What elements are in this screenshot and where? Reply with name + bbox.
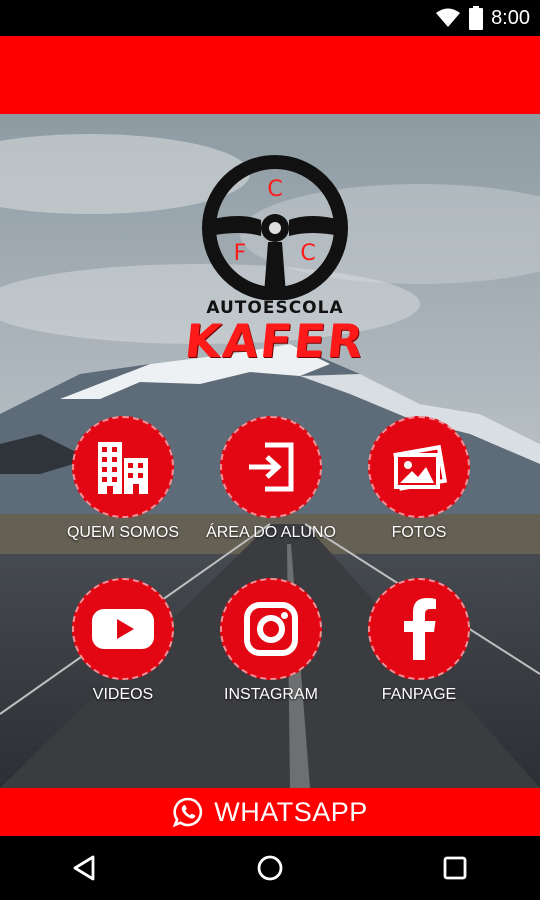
fanpage-label: FANPAGE: [381, 686, 457, 703]
menu-item-quem-somos[interactable]: QUEM SOMOS: [48, 416, 198, 556]
status-time: 8:00: [491, 6, 530, 29]
login-icon: [249, 442, 294, 492]
menu-item-videos[interactable]: VIDEOS: [48, 578, 198, 718]
building-icon: [98, 442, 148, 494]
fotos-label: FOTOS: [391, 524, 447, 541]
menu-item-fotos[interactable]: FOTOS: [344, 416, 494, 556]
quem-somos-button[interactable]: [72, 416, 174, 518]
app-header: [0, 36, 540, 114]
logo-letter-c2: C: [300, 241, 315, 266]
home-button[interactable]: [245, 848, 295, 888]
menu-item-area-do-aluno[interactable]: ÁREA DO ALUNO: [196, 416, 346, 556]
fotos-button[interactable]: [368, 416, 470, 518]
recents-icon: [443, 856, 467, 880]
whatsapp-label: WHATSAPP: [214, 796, 368, 827]
videos-button[interactable]: [72, 578, 174, 680]
videos-label: VIDEOS: [92, 686, 154, 703]
menu-item-fanpage[interactable]: FANPAGE: [344, 578, 494, 718]
photos-icon: [393, 444, 448, 491]
status-icons: 8:00: [435, 0, 530, 36]
facebook-icon: [404, 598, 436, 660]
steering-wheel-icon: C F C: [202, 155, 348, 300]
fanpage-button[interactable]: [368, 578, 470, 680]
menu-item-instagram[interactable]: INSTAGRAM: [196, 578, 346, 718]
system-nav-bar: [0, 836, 540, 900]
logo-letter-c1: C: [267, 177, 282, 202]
area-do-aluno-button[interactable]: [220, 416, 322, 518]
back-button[interactable]: [60, 848, 110, 888]
whatsapp-button[interactable]: WHATSAPP: [0, 788, 540, 836]
battery-icon: [469, 6, 484, 30]
logo: C F C AUTOESCOLA KAFER: [160, 150, 390, 368]
youtube-icon: [92, 609, 154, 649]
instagram-button[interactable]: [220, 578, 322, 680]
recents-button[interactable]: [430, 848, 480, 888]
home-icon: [257, 855, 283, 881]
quem-somos-label: QUEM SOMOS: [66, 524, 179, 541]
instagram-label: INSTAGRAM: [224, 686, 318, 703]
instagram-icon: [244, 602, 298, 656]
logo-title: KAFER: [182, 314, 368, 368]
whatsapp-icon: [172, 797, 203, 828]
logo-letter-f: F: [234, 241, 247, 266]
wifi-icon: [436, 8, 461, 27]
status-bar: 8:00: [0, 0, 540, 36]
area-do-aluno-label: ÁREA DO ALUNO: [206, 524, 336, 541]
back-icon: [73, 855, 95, 881]
